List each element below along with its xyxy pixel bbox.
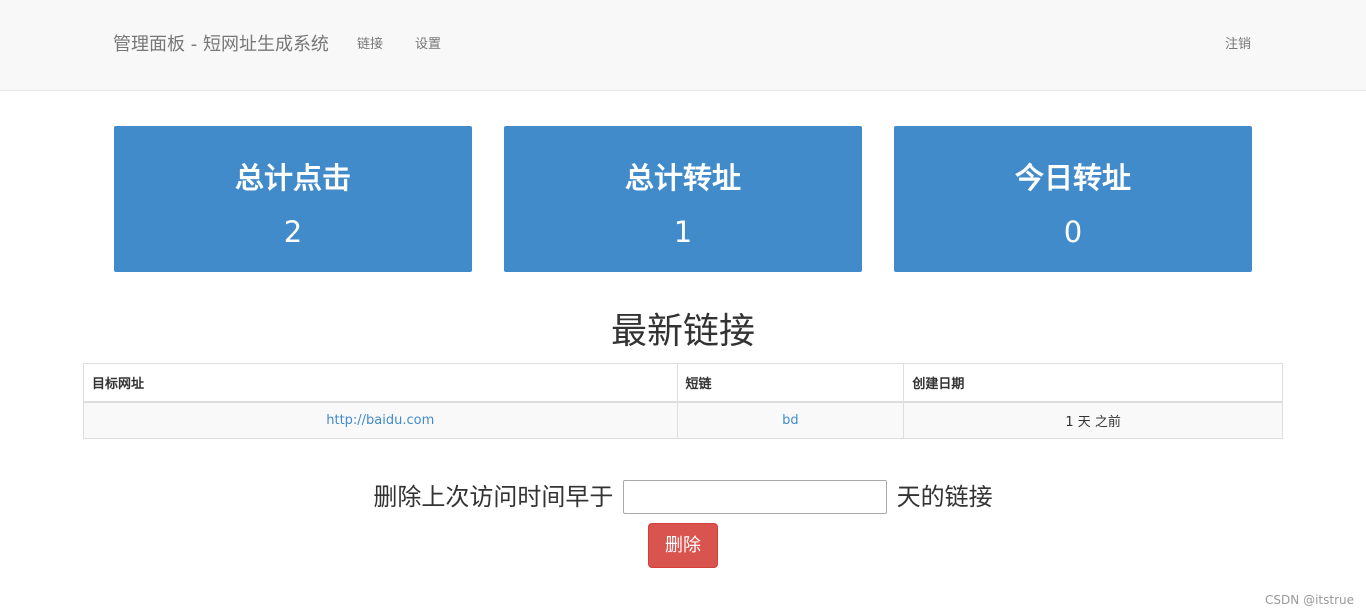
stat-value: 2 xyxy=(283,215,303,249)
target-url-link[interactable]: http://baidu.com xyxy=(326,413,434,428)
logout-link[interactable]: 注销 xyxy=(1225,36,1251,54)
cell-target: http://baidu.com xyxy=(83,401,678,439)
stat-card-total-redirects: 总计转址 1 xyxy=(504,126,862,272)
stat-value: 0 xyxy=(1063,215,1083,249)
recent-links-table: 目标网址 短链 创建日期 http://baidu.com bd 1 天 之前 xyxy=(83,363,1283,439)
brand-title[interactable]: 管理面板 - 短网址生成系统 xyxy=(113,33,329,57)
column-header-short: 短链 xyxy=(676,363,905,403)
stat-title: 总计点击 xyxy=(234,161,351,195)
stat-title: 总计转址 xyxy=(624,161,741,195)
cell-created: 1 天 之前 xyxy=(903,401,1283,439)
delete-suffix-label: 天的链接 xyxy=(896,483,993,511)
watermark: CSDN @itstrue xyxy=(1265,593,1354,607)
table-row: http://baidu.com bd 1 天 之前 xyxy=(83,401,1283,439)
cell-short: bd xyxy=(676,401,905,439)
table-header-row: 目标网址 短链 创建日期 xyxy=(83,363,1283,403)
navbar: 管理面板 - 短网址生成系统 链接 设置 注销 xyxy=(0,0,1366,91)
stat-value: 1 xyxy=(673,215,693,249)
delete-form: 删除上次访问时间早于 天的链接 xyxy=(0,478,1366,514)
nav-links-link[interactable]: 链接 xyxy=(357,36,383,54)
column-header-target: 目标网址 xyxy=(83,363,678,403)
recent-links-heading: 最新链接 xyxy=(610,311,755,352)
delete-prefix-label: 删除上次访问时间早于 xyxy=(373,483,614,511)
stat-title: 今日转址 xyxy=(1014,161,1131,195)
days-input[interactable] xyxy=(623,480,887,514)
stat-card-total-clicks: 总计点击 2 xyxy=(114,126,472,272)
short-link[interactable]: bd xyxy=(782,413,799,428)
stat-card-today-redirects: 今日转址 0 xyxy=(894,126,1252,272)
nav-settings-link[interactable]: 设置 xyxy=(415,36,441,54)
column-header-date: 创建日期 xyxy=(903,363,1283,403)
delete-button[interactable]: 删除 xyxy=(648,523,718,568)
